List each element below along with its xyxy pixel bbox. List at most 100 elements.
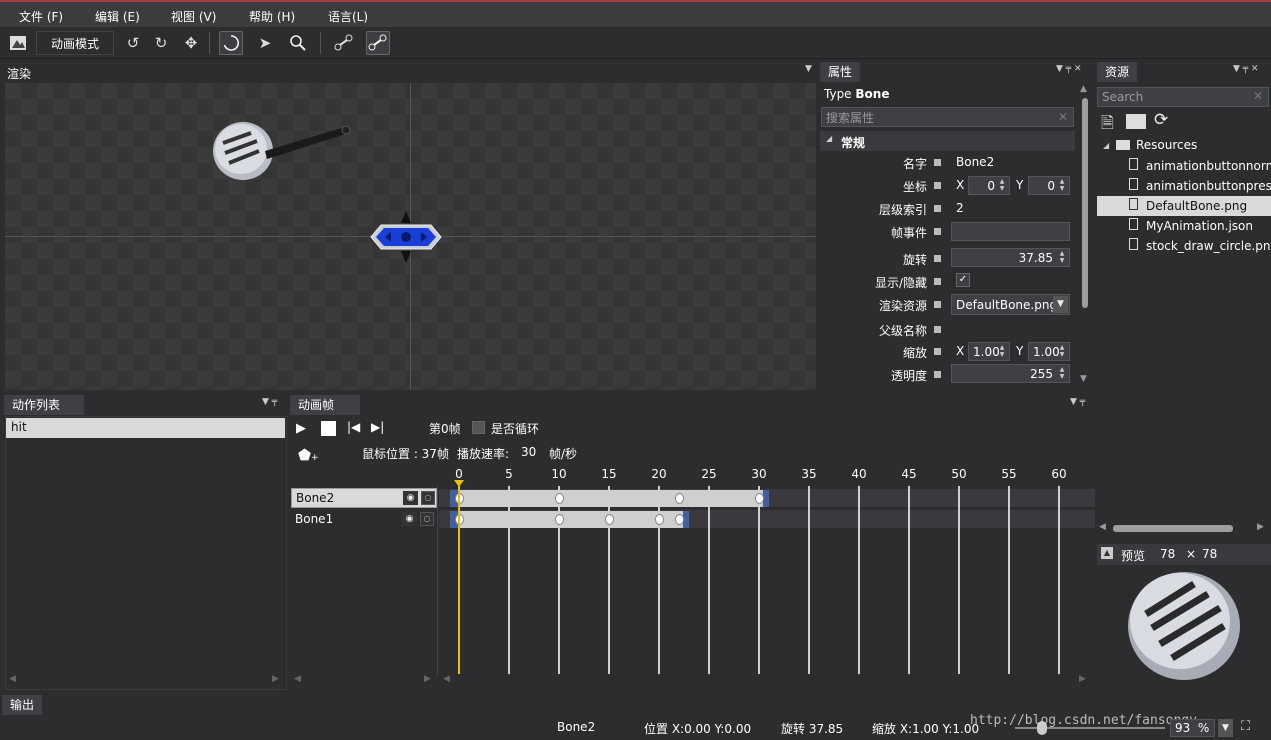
action-list-item[interactable]: hit [6, 418, 285, 438]
clear-icon[interactable]: ✕ [1253, 89, 1263, 103]
lock-icon[interactable]: ○ [420, 512, 434, 526]
pin-icon[interactable] [934, 228, 941, 235]
resource-file-selected[interactable]: DefaultBone.png [1146, 196, 1271, 216]
panel-menu-icon[interactable]: ▼ ╤ [262, 397, 277, 407]
menu-file[interactable]: 文件 (F) [19, 8, 63, 25]
scroll-right-icon[interactable]: ▶ [424, 674, 431, 684]
pin-icon[interactable] [934, 371, 941, 378]
move-icon[interactable]: ✥ [179, 31, 203, 55]
add-bone-icon[interactable]: ⬟+ [298, 446, 319, 464]
resource-file[interactable]: stock_draw_circle.png [1146, 236, 1271, 256]
bone-bind-icon[interactable] [366, 31, 390, 55]
eye-icon[interactable]: ◉ [403, 491, 418, 505]
redo-icon[interactable]: ↻ [149, 31, 173, 55]
properties-scrollbar[interactable]: ▲ ▼ [1078, 84, 1092, 388]
scale-y-input[interactable]: 1.00 ▲ ▼ [1028, 342, 1070, 361]
select-tool-icon[interactable]: ➤ [253, 31, 277, 55]
bone-create-icon[interactable] [332, 31, 356, 55]
resources-hscrollbar[interactable]: ◀ ▶ [1097, 521, 1271, 537]
render-res-select[interactable]: DefaultBone.png ▼ [951, 294, 1070, 315]
panel-menu-icon[interactable]: ▼ ╤ [1070, 397, 1085, 407]
opacity-input[interactable]: 255 ▲ ▼ [951, 364, 1070, 383]
resource-file[interactable]: animationbuttonnormal.png [1146, 156, 1271, 176]
refresh-icon[interactable]: ⟳ [1154, 110, 1168, 130]
render-canvas[interactable] [5, 83, 816, 390]
lock-icon[interactable]: ○ [421, 491, 435, 505]
collapse-icon[interactable]: ◢ [826, 134, 832, 143]
pin-icon[interactable] [934, 255, 941, 262]
undo-icon[interactable]: ↺ [121, 31, 145, 55]
zoom-input[interactable]: 93 % [1170, 719, 1215, 737]
resource-search-input[interactable]: Search ✕ [1097, 87, 1269, 107]
rotate-tool-icon[interactable] [219, 31, 243, 55]
dropdown-icon[interactable]: ▼ [1218, 719, 1233, 737]
new-file-icon[interactable]: 🗎 [1101, 112, 1114, 139]
action-list-hscrollbar[interactable]: ◀ ▶ [5, 674, 287, 689]
collapse-icon[interactable]: ◢ [1103, 141, 1109, 150]
coord-x-input[interactable]: 0 ▲ ▼ [968, 176, 1010, 195]
scroll-left-icon[interactable]: ◀ [9, 674, 16, 684]
panel-menu-icon[interactable]: ▼ ╤ ✕ [1056, 64, 1082, 74]
bone-list-hscrollbar[interactable]: ◀ ▶ [290, 674, 438, 689]
scale-x-input[interactable]: 1.00 ▲ ▼ [968, 342, 1010, 361]
menu-edit[interactable]: 编辑 (E) [95, 8, 140, 25]
bone-handle[interactable] [369, 209, 443, 265]
zoom-icon[interactable] [286, 31, 310, 55]
scroll-down-icon[interactable]: ▼ [1080, 374, 1087, 384]
scroll-thumb[interactable] [1082, 98, 1088, 308]
clear-icon[interactable]: ✕ [1058, 110, 1068, 124]
menu-view[interactable]: 视图 (V) [171, 8, 216, 25]
app-mode-icon[interactable] [6, 31, 30, 55]
panel-menu-icon[interactable]: ▼ ╤ ✕ [1233, 64, 1259, 74]
last-frame-icon[interactable]: ▶| [371, 420, 384, 434]
pin-icon[interactable] [934, 159, 941, 166]
resource-file[interactable]: animationbuttonpressed.png [1146, 176, 1271, 196]
scroll-right-icon[interactable]: ▶ [1257, 522, 1264, 532]
eye-icon[interactable]: ◉ [402, 512, 417, 526]
property-search-input[interactable]: 搜索属性 ✕ [821, 107, 1074, 127]
bone-row-bone2[interactable]: Bone2 ◉ ○ [291, 488, 437, 508]
scroll-up-icon[interactable]: ▲ [1080, 84, 1087, 94]
bone-row-bone1[interactable]: Bone1 ◉ ○ [291, 510, 437, 530]
pin-icon[interactable] [934, 301, 941, 308]
menu-help[interactable]: 帮助 (H) [249, 8, 295, 25]
loop-checkbox[interactable] [472, 421, 485, 434]
rate-value[interactable]: 30 [521, 445, 536, 459]
resources-tab[interactable]: 资源 [1097, 62, 1138, 82]
timeline-hscrollbar[interactable]: ◀ ▶ [439, 674, 1095, 689]
scroll-left-icon[interactable]: ◀ [443, 674, 450, 684]
prop-name-value[interactable]: Bone2 [956, 155, 994, 169]
action-list-tab[interactable]: 动作列表 [4, 395, 84, 415]
output-tab[interactable]: 输出 [2, 695, 43, 715]
collapse-up-icon[interactable]: ▲ [1101, 547, 1113, 559]
resource-file[interactable]: MyAnimation.json [1146, 216, 1271, 236]
pin-icon[interactable] [934, 278, 941, 285]
scroll-left-icon[interactable]: ◀ [294, 674, 301, 684]
menu-language[interactable]: 语言(L) [328, 8, 368, 25]
pin-icon[interactable] [934, 326, 941, 333]
coord-y-input[interactable]: 0 ▲ ▼ [1028, 176, 1070, 195]
visible-checkbox[interactable]: ✓ [956, 273, 970, 287]
frame-event-input[interactable] [951, 222, 1070, 241]
properties-tab[interactable]: 属性 [820, 62, 861, 82]
pin-icon[interactable] [934, 348, 941, 355]
dropdown-icon[interactable]: ▼ [1053, 296, 1068, 313]
stop-icon[interactable] [321, 421, 336, 436]
claw-sprite[interactable] [205, 113, 355, 193]
play-icon[interactable]: ▶ [296, 421, 306, 436]
scroll-right-icon[interactable]: ▶ [1079, 674, 1086, 684]
rotation-input[interactable]: 37.85 ▲ ▼ [951, 248, 1070, 267]
pin-icon[interactable] [934, 205, 941, 212]
anim-frame-tab[interactable]: 动画帧 [290, 395, 360, 415]
scroll-right-icon[interactable]: ▶ [272, 674, 279, 684]
mode-selector[interactable]: 动画模式 [36, 31, 114, 55]
first-frame-icon[interactable]: |◀ [347, 420, 360, 434]
zoom-slider-thumb[interactable] [1037, 721, 1047, 735]
open-folder-icon[interactable] [1126, 114, 1146, 129]
fit-view-icon[interactable]: ⛶ [1241, 719, 1250, 734]
section-header[interactable]: ◢ 常规 [820, 131, 1075, 151]
pin-icon[interactable] [934, 182, 941, 189]
scroll-left-icon[interactable]: ◀ [1099, 522, 1106, 532]
resources-root[interactable]: Resources [1136, 138, 1197, 152]
panel-menu-icon[interactable]: ▼ [805, 64, 812, 74]
